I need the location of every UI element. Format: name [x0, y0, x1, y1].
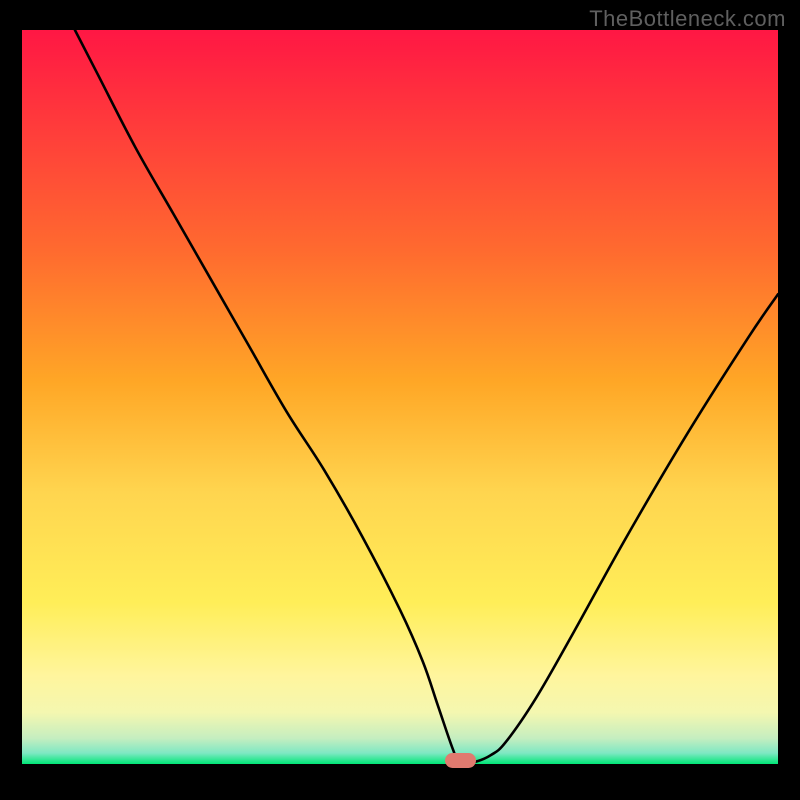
curve-layer — [22, 30, 778, 764]
optimal-marker — [445, 753, 477, 768]
watermark-text: TheBottleneck.com — [589, 6, 786, 32]
chart-frame: TheBottleneck.com — [0, 0, 800, 800]
bottleneck-curve — [75, 30, 778, 764]
